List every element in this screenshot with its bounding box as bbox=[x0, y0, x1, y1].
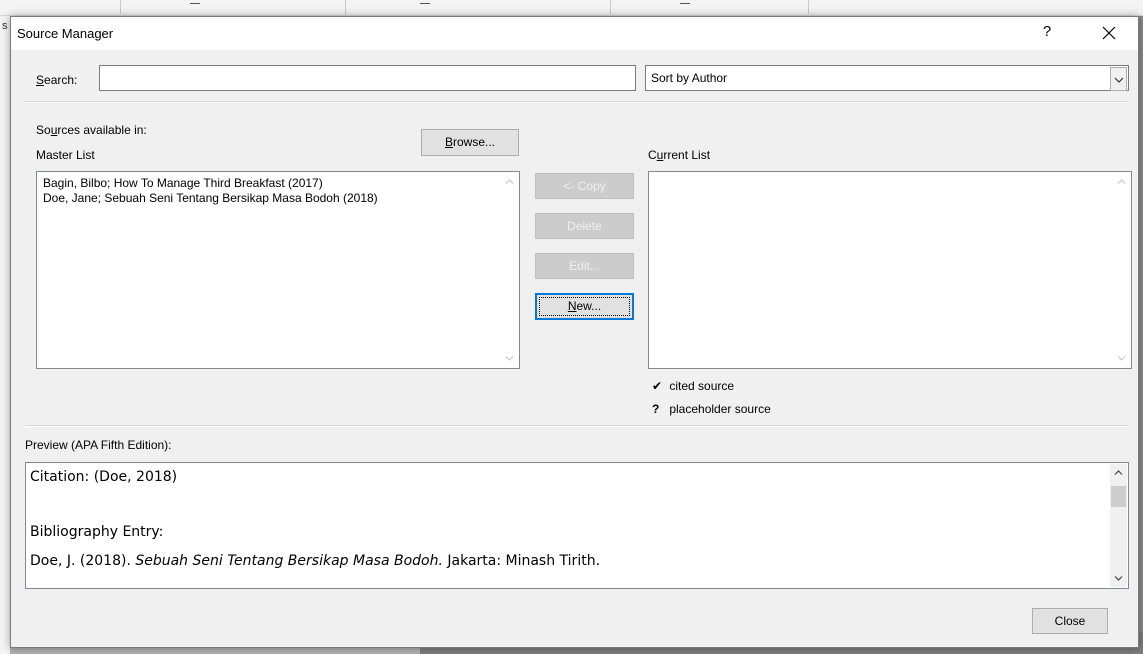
search-input[interactable] bbox=[99, 65, 636, 91]
scroll-up-button[interactable] bbox=[501, 173, 518, 190]
bibliography-heading: Bibliography Entry: bbox=[30, 524, 164, 540]
master-list-label: Master List bbox=[36, 148, 95, 162]
scroll-up-button[interactable] bbox=[1113, 173, 1130, 190]
delete-button[interactable]: Delete bbox=[535, 213, 634, 239]
master-list-scrollbar[interactable] bbox=[501, 173, 518, 367]
background-text-fragment: s bbox=[2, 20, 8, 32]
scroll-down-button[interactable] bbox=[1113, 350, 1130, 367]
bibliography-entry: Doe, J. (2018). Sebuah Seni Tentang Bers… bbox=[30, 553, 601, 569]
current-list[interactable] bbox=[648, 171, 1132, 369]
new-button[interactable]: New... bbox=[535, 293, 634, 320]
background-document-strip bbox=[0, 0, 1143, 16]
legend-placeholder-label: placeholder source bbox=[669, 402, 771, 416]
scroll-thumb[interactable] bbox=[1111, 486, 1126, 507]
master-list-items: Bagin, Bilbo; How To Manage Third Breakf… bbox=[43, 176, 378, 206]
check-icon: ✔ bbox=[652, 379, 663, 393]
background-document-left: s bbox=[0, 16, 10, 654]
preview-scrollbar[interactable] bbox=[1110, 464, 1127, 587]
title-bar: Source Manager ? bbox=[11, 17, 1138, 50]
scroll-down-button[interactable] bbox=[501, 350, 518, 367]
browse-button-label: Browse... bbox=[444, 135, 496, 149]
cell-mark bbox=[190, 3, 200, 4]
copy-button[interactable]: <- Copy bbox=[535, 173, 634, 199]
chevron-up-icon bbox=[1117, 179, 1126, 184]
legend-cited: ✔ cited source bbox=[652, 379, 734, 393]
current-list-label: Current List bbox=[648, 148, 711, 162]
new-button-label: New... bbox=[567, 299, 602, 313]
master-list[interactable]: Bagin, Bilbo; How To Manage Third Breakf… bbox=[36, 171, 520, 369]
chevron-up-icon bbox=[505, 179, 514, 184]
search-label: Search: bbox=[36, 73, 78, 87]
legend-placeholder: ? placeholder source bbox=[652, 402, 771, 416]
legend-cited-label: cited source bbox=[669, 379, 735, 393]
browse-button[interactable]: Browse... bbox=[421, 129, 519, 156]
cell-mark bbox=[680, 3, 690, 4]
scroll-up-button[interactable] bbox=[1110, 464, 1127, 481]
close-icon bbox=[1102, 26, 1116, 40]
close-button[interactable]: Close bbox=[1032, 608, 1108, 634]
chevron-down-icon bbox=[1117, 356, 1126, 361]
table-cell-border bbox=[345, 0, 346, 14]
cell-mark bbox=[420, 3, 430, 4]
question-icon: ? bbox=[652, 402, 660, 416]
table-cell-border bbox=[610, 0, 611, 14]
sort-dropdown[interactable]: Sort by Author bbox=[645, 65, 1129, 91]
source-manager-dialog: Source Manager ? Search: Sort by Author … bbox=[10, 16, 1139, 648]
current-list-scrollbar[interactable] bbox=[1113, 173, 1130, 367]
close-window-button[interactable] bbox=[1086, 19, 1132, 47]
preview-box: Citation: (Doe, 2018) Bibliography Entry… bbox=[25, 462, 1129, 589]
chevron-down-icon bbox=[1114, 77, 1124, 83]
help-button[interactable]: ? bbox=[1037, 23, 1057, 40]
edit-button[interactable]: Edit... bbox=[535, 253, 634, 279]
scroll-down-button[interactable] bbox=[1110, 570, 1127, 587]
list-item[interactable]: Bagin, Bilbo; How To Manage Third Breakf… bbox=[43, 176, 378, 191]
preview-label: Preview (APA Fifth Edition): bbox=[25, 438, 172, 452]
chevron-up-icon bbox=[1114, 470, 1123, 475]
divider-highlight bbox=[25, 426, 1129, 427]
dialog-title: Source Manager bbox=[17, 26, 114, 41]
table-cell-border bbox=[120, 0, 121, 14]
chevron-down-icon bbox=[1114, 576, 1123, 581]
sort-selected-value: Sort by Author bbox=[651, 71, 728, 85]
divider-highlight bbox=[25, 102, 1129, 103]
list-item[interactable]: Doe, Jane; Sebuah Seni Tentang Bersikap … bbox=[43, 191, 378, 206]
chevron-down-icon bbox=[505, 356, 514, 361]
citation-text: Citation: (Doe, 2018) bbox=[30, 469, 178, 485]
sources-available-label: Sources available in: bbox=[36, 123, 147, 137]
table-cell-border bbox=[808, 0, 809, 14]
sort-dropdown-button[interactable] bbox=[1110, 67, 1127, 91]
